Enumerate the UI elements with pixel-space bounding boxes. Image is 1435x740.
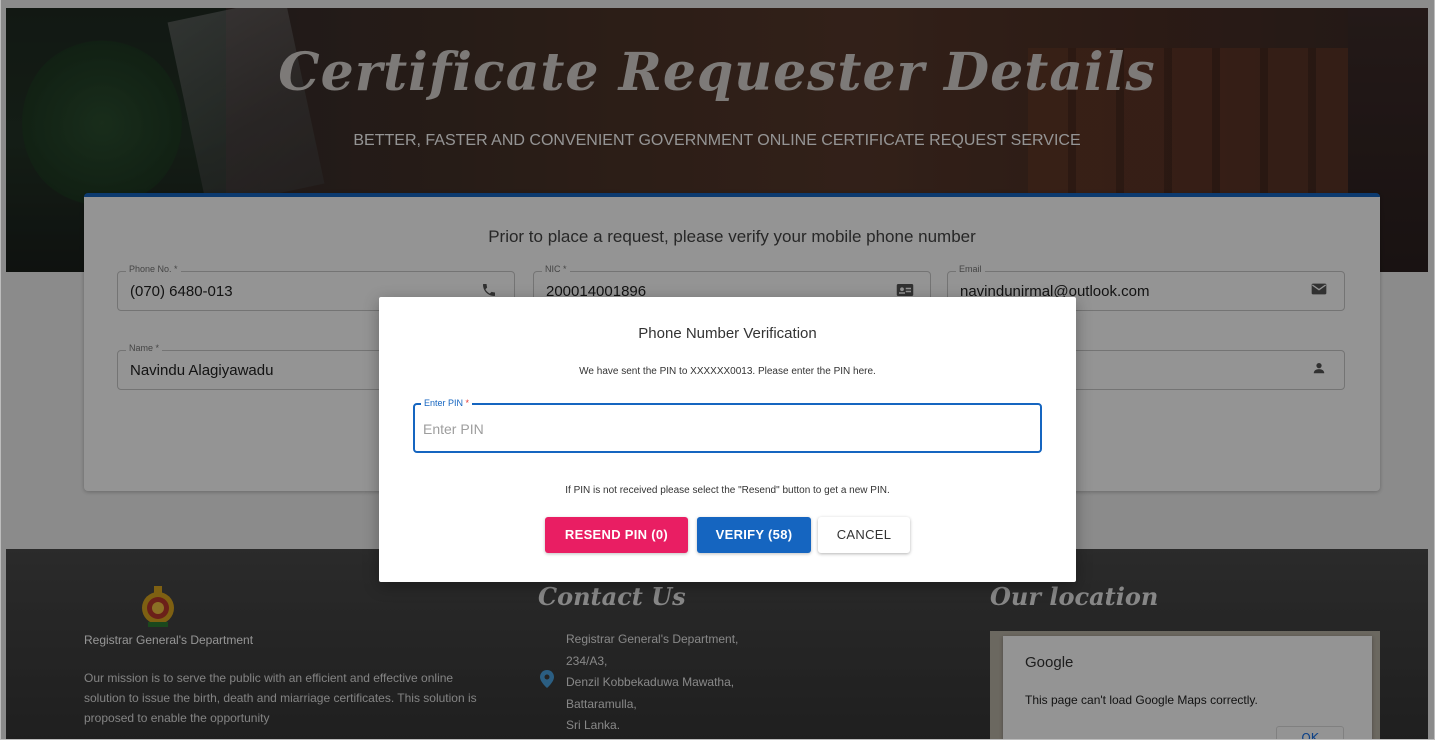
phone-verification-dialog: Phone Number Verification We have sent t… <box>379 297 1076 582</box>
dialog-resend-note: If PIN is not received please select the… <box>565 485 890 496</box>
dialog-message: We have sent the PIN to XXXXXX0013. Plea… <box>579 366 876 377</box>
pin-field[interactable]: Enter PIN * <box>413 398 1042 453</box>
cancel-button[interactable]: CANCEL <box>818 517 910 553</box>
pin-input[interactable] <box>423 419 1023 439</box>
resend-pin-button[interactable]: RESEND PIN (0) <box>545 517 688 553</box>
verify-button[interactable]: VERIFY (58) <box>697 517 811 553</box>
dialog-title: Phone Number Verification <box>638 325 817 342</box>
pin-label: Enter PIN * <box>421 398 473 408</box>
